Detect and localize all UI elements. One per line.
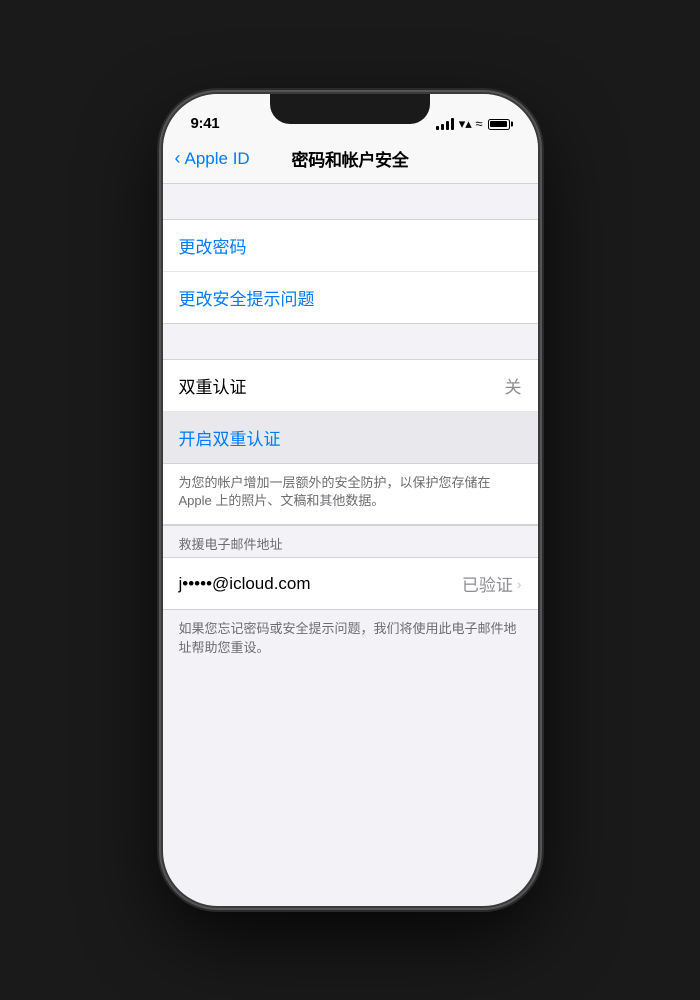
wifi-icon: ▾▴ ≈ <box>459 116 483 132</box>
two-factor-description: 为您的帐户增加一层额外的安全防护，以保护您存储在 Apple 上的照片、文稿和其… <box>163 464 538 525</box>
battery-icon <box>488 119 510 130</box>
notch <box>270 94 430 124</box>
verified-status: 已验证 › <box>462 571 522 596</box>
chevron-left-icon: ‹ <box>175 148 181 169</box>
change-password-label: 更改密码 <box>179 233 247 258</box>
navigation-bar: ‹ Apple ID 密码和帐户安全 <box>163 138 538 184</box>
top-gap <box>163 184 538 219</box>
change-security-questions-item[interactable]: 更改安全提示问题 <box>163 272 538 323</box>
back-label: Apple ID <box>185 149 250 169</box>
two-factor-status: 关 <box>505 373 522 398</box>
signal-icon <box>436 118 454 130</box>
change-security-questions-label: 更改安全提示问题 <box>179 285 315 310</box>
rescue-email-address: j•••••@icloud.com <box>179 574 311 594</box>
two-factor-section: 双重认证 关 开启双重认证 为您的帐户增加一层额外的安全防护，以保护您存储在 A… <box>163 359 538 526</box>
rescue-email-description: 如果您忘记密码或安全提示问题，我们将使用此电子邮件地址帮助您重设。 <box>163 610 538 670</box>
password-security-section: 更改密码 更改安全提示问题 <box>163 219 538 324</box>
mid-gap <box>163 324 538 359</box>
status-icons: ▾▴ ≈ <box>436 116 510 132</box>
two-factor-label: 双重认证 <box>179 373 247 398</box>
rescue-email-row[interactable]: j•••••@icloud.com 已验证 › <box>163 558 538 609</box>
change-password-item[interactable]: 更改密码 <box>163 220 538 272</box>
chevron-right-icon: › <box>517 576 522 592</box>
rescue-email-section: j•••••@icloud.com 已验证 › <box>163 557 538 610</box>
phone-frame: 9:41 ▾▴ ≈ ‹ Apple ID 密码和帐户安全 <box>163 94 538 906</box>
verified-label: 已验证 <box>462 571 513 596</box>
page-title: 密码和帐户安全 <box>292 146 409 171</box>
content-area: 更改密码 更改安全提示问题 双重认证 关 开启双重认证 为您的帐户增加一层额外的… <box>163 184 538 671</box>
rescue-email-section-header: 救援电子邮件地址 <box>163 526 538 557</box>
enable-two-factor-row[interactable]: 开启双重认证 <box>163 412 538 464</box>
two-factor-header-row: 双重认证 关 <box>163 360 538 412</box>
status-time: 9:41 <box>191 115 220 132</box>
back-button[interactable]: ‹ Apple ID <box>175 149 250 169</box>
enable-two-factor-label: 开启双重认证 <box>179 430 281 449</box>
